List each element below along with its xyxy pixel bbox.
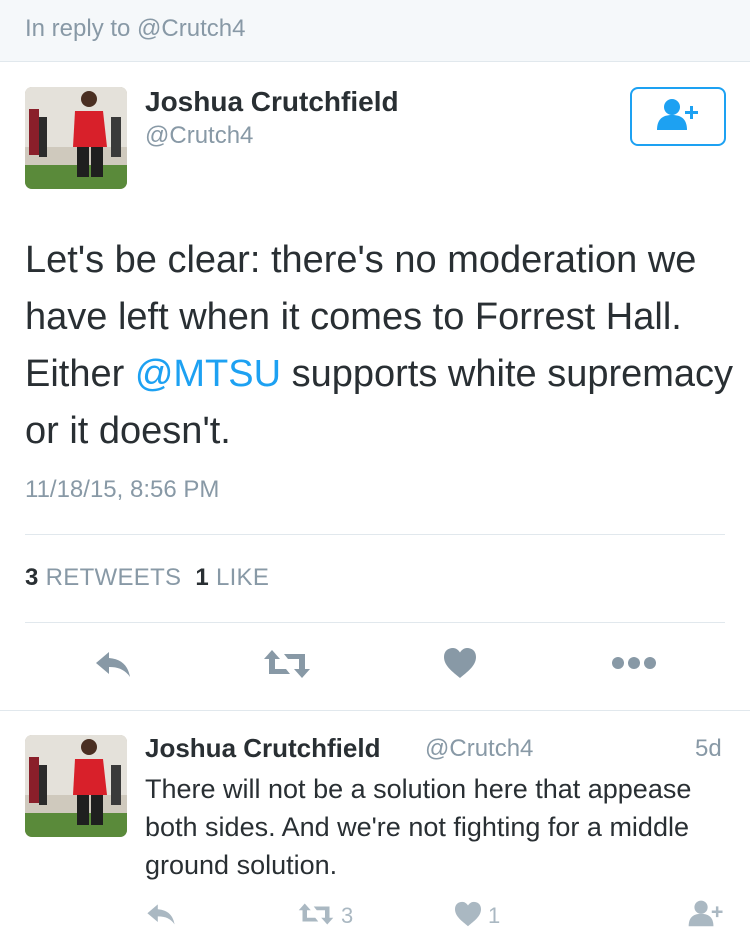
like-button[interactable] xyxy=(440,646,480,684)
tweet-timestamp[interactable]: 11/18/15, 8:56 PM xyxy=(25,476,219,504)
follow-icon xyxy=(655,97,701,136)
reply-age[interactable]: 5d xyxy=(695,735,722,763)
likes-stat[interactable]: 1 LIKE xyxy=(195,564,269,591)
reply-author-handle[interactable]: @Crutch4 xyxy=(425,735,533,763)
retweet-button[interactable] xyxy=(260,648,314,684)
heart-icon xyxy=(454,901,482,932)
reply-reply-button[interactable] xyxy=(143,901,179,931)
like-count: 1 xyxy=(195,564,209,591)
reply-icon xyxy=(93,649,133,684)
divider xyxy=(25,622,725,623)
retweet-icon xyxy=(262,648,312,685)
like-label: LIKE xyxy=(215,564,270,591)
tweet-text: Let's be clear: there's no moderation we… xyxy=(25,232,735,460)
heart-icon xyxy=(443,647,477,684)
tweet-stats: 3 RETWEETS 1 LIKE xyxy=(25,564,269,592)
reply-follow-button[interactable] xyxy=(686,898,726,932)
more-button[interactable] xyxy=(610,652,658,678)
follow-button[interactable] xyxy=(630,87,726,146)
reply-retweet-count: 3 xyxy=(341,903,354,928)
more-icon xyxy=(611,655,657,676)
retweet-count: 3 xyxy=(25,564,39,591)
divider xyxy=(0,710,750,711)
reply-like-count: 1 xyxy=(488,903,501,928)
retweet-icon xyxy=(297,902,335,931)
author-handle[interactable]: @Crutch4 xyxy=(145,122,253,150)
avatar[interactable] xyxy=(25,735,127,837)
reply-context-text: In reply to @Crutch4 xyxy=(25,15,246,42)
reply-author-name[interactable]: Joshua Crutchfield xyxy=(145,733,380,764)
reply-icon xyxy=(145,902,177,931)
mention-link[interactable]: @MTSU xyxy=(135,353,281,395)
retweets-stat[interactable]: 3 RETWEETS xyxy=(25,564,181,591)
reply-retweet-button[interactable] xyxy=(296,901,336,931)
retweet-label: RETWEETS xyxy=(45,564,182,591)
reply-text: There will not be a solution here that a… xyxy=(145,774,692,880)
reply-context-bar[interactable]: In reply to @Crutch4 xyxy=(0,0,750,62)
divider xyxy=(25,534,725,535)
avatar[interactable] xyxy=(25,87,127,189)
reply-button[interactable] xyxy=(90,648,136,684)
follow-icon xyxy=(687,898,725,933)
author-name[interactable]: Joshua Crutchfield xyxy=(145,86,399,118)
reply-like-button[interactable] xyxy=(451,901,485,931)
